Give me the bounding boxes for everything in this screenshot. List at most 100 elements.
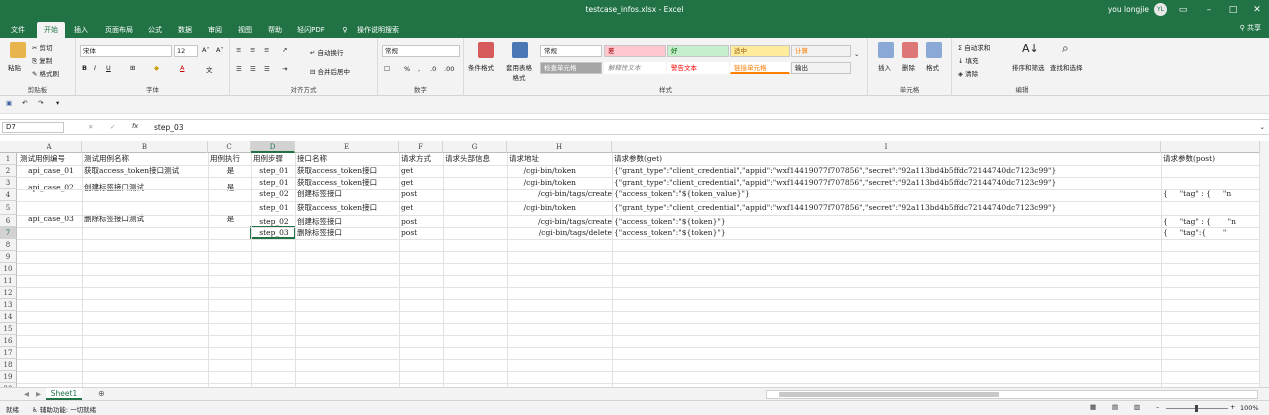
autosum-button[interactable]: Σ 自动求和 (958, 42, 990, 52)
column-header-g[interactable]: G (443, 141, 507, 153)
cell-F6[interactable]: post (399, 217, 443, 226)
style-neutral[interactable]: 适中 (730, 45, 790, 57)
column-header-i[interactable]: I (612, 141, 1161, 153)
insert-function-icon[interactable]: fx (132, 122, 138, 130)
share-button[interactable]: ⚲ 共享 (1240, 23, 1261, 33)
tab-formulas[interactable]: 公式 (142, 22, 168, 38)
cancel-icon[interactable]: ✕ (88, 123, 93, 131)
cell-F7[interactable]: post (399, 228, 443, 237)
cell-C3[interactable]: 是 (208, 183, 251, 192)
tab-page-layout[interactable]: 页面布局 (98, 22, 140, 38)
cell-I7[interactable]: {"access_token":"${token}"} (612, 228, 1161, 237)
add-sheet-icon[interactable]: ⊕ (98, 389, 105, 398)
redo-icon[interactable]: ↷ (38, 99, 43, 107)
cell-C2[interactable]: 是 (208, 166, 251, 175)
fill-color-icon[interactable]: ◆ (154, 64, 159, 72)
style-explanatory[interactable]: 解释性文本 (604, 62, 666, 74)
cell-J6[interactable]: { "tag" : { "n (1161, 217, 1259, 226)
cut-button[interactable]: ✂ 剪切 (32, 42, 53, 52)
maximize-icon[interactable]: □ (1225, 3, 1241, 17)
page-break-view-icon[interactable]: ▥ (1134, 403, 1140, 411)
cell-D1[interactable]: 用例步骤 (251, 154, 295, 163)
row-header-14[interactable]: 14 (0, 311, 17, 323)
cell-E1[interactable]: 接口名称 (295, 154, 399, 163)
grow-font-icon[interactable]: A˄ (202, 46, 210, 54)
column-header-a[interactable]: A (17, 141, 82, 153)
row-header-16[interactable]: 16 (0, 335, 17, 347)
user-name[interactable]: you longjie (1108, 5, 1149, 14)
cell-H1[interactable]: 请求地址 (507, 154, 612, 163)
row-header-17[interactable]: 17 (0, 347, 17, 359)
align-right-icon[interactable]: ☰ (264, 65, 270, 73)
copy-button[interactable]: ⎘ 复制 (32, 55, 52, 66)
phonetic-icon[interactable]: 文 (206, 64, 213, 74)
style-warning[interactable]: 警告文本 (667, 62, 729, 74)
row-header-10[interactable]: 10 (0, 263, 17, 275)
name-box[interactable]: D7 (2, 122, 64, 133)
cell-H7[interactable]: /cgi-bin/tags/delete (507, 228, 612, 237)
horizontal-scrollbar[interactable] (766, 390, 1258, 399)
cell-B1[interactable]: 测试用例名称 (82, 154, 208, 163)
cell-F3[interactable]: get (399, 178, 443, 187)
cell-H2[interactable]: /cgi-bin/token (507, 166, 612, 175)
underline-button[interactable]: U (106, 64, 111, 72)
tab-file[interactable]: 文件 (4, 22, 32, 38)
row-header-15[interactable]: 15 (0, 323, 17, 335)
cell-F2[interactable]: get (399, 166, 443, 175)
cell-J7[interactable]: { "tag":{ " (1161, 228, 1259, 237)
style-calculation[interactable]: 计算 (791, 45, 851, 57)
row-header-1[interactable]: 1 (0, 153, 17, 165)
sheet-tab-sheet1[interactable]: Sheet1 (46, 388, 82, 400)
styles-scroll-icon[interactable]: ⌄ (854, 50, 859, 58)
enter-icon[interactable]: ✓ (110, 123, 115, 131)
row-header-5[interactable]: 5 (0, 201, 17, 215)
accessibility-status[interactable]: ♿ 辅助功能: 一切就绪 (32, 404, 96, 414)
percent-icon[interactable]: % (404, 65, 410, 73)
tab-review[interactable]: 审阅 (202, 22, 228, 38)
row-header-3[interactable]: 3 (0, 177, 17, 189)
row-header-8[interactable]: 8 (0, 239, 17, 251)
column-header-b[interactable]: B (82, 141, 208, 153)
cell-D3[interactable]: step_01 (251, 178, 295, 187)
style-linked-cell[interactable]: 链接单元格 (730, 62, 790, 74)
cell-D2[interactable]: step_01 (251, 166, 295, 175)
worksheet-grid[interactable]: 测试用例编号 测试用例名称 用例执行 用例步骤 接口名称 请求方式 请求头部信息… (0, 141, 1269, 387)
format-painter-button[interactable]: ✎ 格式刷 (32, 68, 59, 78)
style-good[interactable]: 好 (667, 45, 729, 57)
cell-I1[interactable]: 请求参数(get) (612, 154, 1161, 163)
shrink-font-icon[interactable]: A˅ (216, 46, 224, 54)
cell-A1[interactable]: 测试用例编号 (18, 154, 82, 163)
border-icon[interactable]: ⊞ (130, 64, 135, 72)
tab-view[interactable]: 视图 (232, 22, 258, 38)
align-left-icon[interactable]: ☰ (236, 65, 242, 73)
table-format-button[interactable]: 套用表格格式 (504, 62, 534, 82)
cell-H4[interactable]: /cgi-bin/tags/create (507, 189, 612, 198)
increase-decimal-icon[interactable]: .0 (430, 65, 436, 73)
expand-formula-icon[interactable]: ⌄ (1260, 123, 1265, 131)
cell-I4[interactable]: {"access_token":"${token_value}"} (612, 189, 1161, 198)
sort-filter-button[interactable]: 排序和筛选 (1012, 62, 1045, 72)
row-header-6[interactable]: 6 (0, 215, 17, 227)
scroll-thumb[interactable] (779, 392, 999, 397)
cell-F5[interactable]: get (399, 203, 443, 212)
tab-home[interactable]: 开始 (37, 22, 65, 38)
merge-center-button[interactable]: ⊟ 合并后居中 (310, 66, 350, 76)
column-header-d[interactable]: D (251, 141, 295, 153)
cell-D4[interactable]: step_02 (251, 189, 295, 198)
align-center-icon[interactable]: ☰ (250, 65, 256, 73)
orientation-icon[interactable]: ↗ (282, 46, 287, 54)
clear-button[interactable]: ◈ 清除 (958, 68, 978, 78)
tell-me-search[interactable]: 操作说明搜索 (352, 22, 404, 38)
row-header-19[interactable]: 19 (0, 371, 17, 383)
indent-icon[interactable]: ⇥ (282, 65, 287, 73)
zoom-out-icon[interactable]: – (1156, 403, 1159, 411)
column-header-f[interactable]: F (399, 141, 443, 153)
tab-data[interactable]: 数据 (172, 22, 198, 38)
align-middle-icon[interactable]: ≡ (250, 46, 255, 54)
cell-I2[interactable]: {"grant_type":"client_credential","appid… (612, 166, 1161, 175)
cell-C1[interactable]: 用例执行 (208, 154, 251, 163)
normal-view-icon[interactable]: ▦ (1090, 403, 1096, 411)
minimize-icon[interactable]: – (1201, 3, 1217, 17)
cell-H5[interactable]: /cgi-bin/token (507, 203, 612, 212)
comma-icon[interactable]: , (418, 65, 420, 73)
